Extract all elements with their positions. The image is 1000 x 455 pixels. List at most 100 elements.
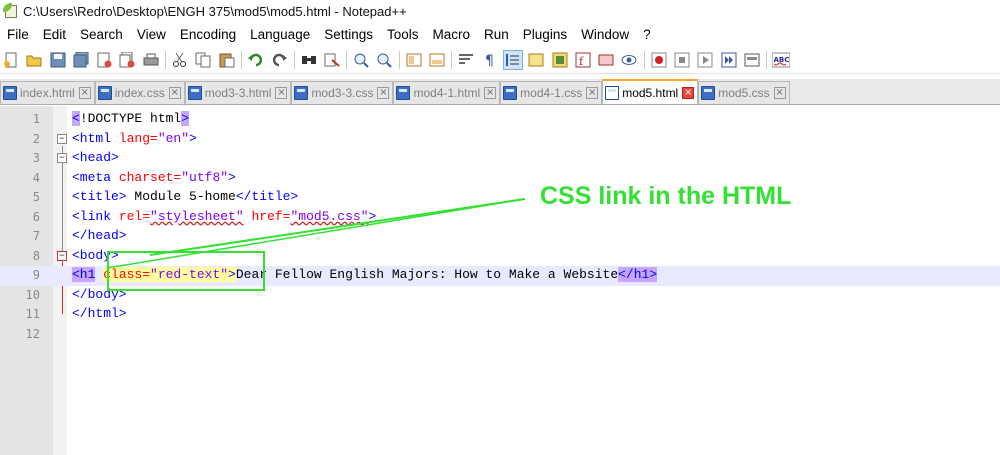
tag-close-bracket: > (181, 111, 190, 126)
attribute-value: "mod5.css" (290, 208, 369, 224)
close-tab-icon[interactable]: × (377, 87, 390, 99)
close-all-icon[interactable] (117, 50, 137, 70)
line-number: 11 (25, 307, 40, 321)
tab-mod4-1-html[interactable]: mod4-1.html × (393, 81, 501, 104)
menu-language[interactable]: Language (243, 27, 317, 42)
svg-text:¶: ¶ (485, 53, 494, 68)
fold-toggle-icon[interactable]: − (57, 153, 67, 163)
toolbar-separator (643, 50, 645, 69)
code-text: <head> (72, 150, 119, 165)
tab-mod5-css[interactable]: mod5.css × (698, 81, 790, 104)
file-icon (701, 86, 716, 100)
run-macro-multiple-icon[interactable] (719, 50, 739, 70)
close-icon[interactable] (94, 50, 114, 70)
save-icon[interactable] (48, 50, 68, 70)
stop-macro-icon[interactable] (672, 50, 692, 70)
text-content: Dear Fellow English Majors: How to Make … (235, 267, 619, 282)
paste-icon[interactable] (217, 50, 237, 70)
menu-tools[interactable]: Tools (380, 27, 426, 42)
attribute: charset= (118, 169, 182, 185)
attribute: rel= (118, 208, 151, 224)
menu-run[interactable]: Run (477, 27, 516, 42)
save-macro-icon[interactable] (742, 50, 762, 70)
zoom-in-icon[interactable] (351, 50, 371, 70)
toolbar-separator (398, 50, 400, 69)
record-macro-icon[interactable] (649, 50, 669, 70)
function-list-icon[interactable] (550, 50, 570, 70)
tag: <meta (72, 169, 119, 185)
line-number: 1 (32, 112, 40, 126)
attribute-value: "stylesheet" (150, 208, 244, 224)
doctype: !DOCTYPE html (79, 111, 182, 126)
fold-toggle-icon[interactable]: − (57, 250, 67, 261)
tag: </h1> (618, 267, 658, 282)
fold-toggle-icon[interactable]: − (57, 133, 67, 144)
attribute: lang= (118, 130, 158, 146)
code-text: </html> (72, 306, 127, 321)
tab-index-css[interactable]: index.css × (94, 81, 185, 104)
code-line: 12 (0, 325, 1000, 345)
document-map-icon[interactable] (596, 50, 616, 70)
close-tab-icon[interactable]: × (773, 87, 786, 99)
print-icon[interactable] (141, 50, 161, 70)
show-all-characters-icon[interactable]: ¶ (480, 50, 500, 70)
find-icon[interactable] (299, 50, 319, 70)
sync-horizontal-icon[interactable] (427, 50, 447, 70)
menu-plugins[interactable]: Plugins (516, 27, 574, 42)
file-icon (294, 86, 309, 100)
tag: </head> (72, 228, 127, 243)
open-file-icon[interactable] (24, 50, 44, 70)
code-text: <title> Module 5-home</title> (72, 189, 298, 204)
menu-settings[interactable]: Settings (317, 27, 380, 42)
sync-vertical-icon[interactable] (404, 50, 424, 70)
attribute: href= (251, 208, 291, 224)
spell-check-icon[interactable]: ABC (771, 50, 791, 70)
folder-workspace-icon[interactable]: f (573, 50, 593, 70)
play-macro-icon[interactable] (695, 50, 715, 70)
line-number: 10 (25, 287, 40, 302)
close-tab-icon[interactable]: × (682, 86, 695, 99)
close-tab-icon[interactable]: × (168, 87, 181, 99)
file-icon (187, 86, 202, 100)
copy-icon[interactable] (193, 50, 213, 70)
menu-view[interactable]: View (130, 27, 173, 42)
tab-index-html[interactable]: index.html × (0, 81, 95, 104)
close-tab-icon[interactable]: × (275, 87, 288, 99)
zoom-out-icon[interactable] (374, 50, 394, 70)
redo-icon[interactable] (269, 50, 289, 70)
close-tab-icon[interactable]: × (586, 87, 599, 99)
undo-icon[interactable] (246, 50, 266, 70)
tab-mod5-html[interactable]: mod5.html × (602, 79, 699, 104)
close-tab-icon[interactable]: × (484, 87, 497, 99)
file-icon (3, 86, 17, 100)
line-number: 8 (32, 248, 40, 263)
new-file-icon[interactable] (1, 50, 21, 70)
language-icon[interactable] (526, 50, 546, 70)
tag: <h1 (72, 267, 96, 282)
tag: <title> (72, 189, 127, 204)
close-tab-icon[interactable]: × (78, 87, 91, 99)
attribute-value: "utf8" (181, 169, 229, 185)
menu-encoding[interactable]: Encoding (173, 27, 243, 42)
replace-icon[interactable] (322, 50, 342, 70)
menu-help[interactable]: ? (636, 27, 658, 42)
menu-search[interactable]: Search (73, 27, 130, 42)
indent-guide-icon[interactable] (502, 49, 523, 70)
code-line: 11 </html> (0, 305, 1000, 325)
tab-mod4-1-css[interactable]: mod4-1.css × (500, 81, 603, 104)
tab-mod3-3-html[interactable]: mod3-3.html × (184, 81, 292, 104)
tab-label: mod4-1.html (413, 86, 481, 100)
menu-window[interactable]: Window (574, 27, 636, 42)
menu-macro[interactable]: Macro (426, 27, 478, 42)
word-wrap-icon[interactable] (456, 50, 476, 70)
file-icon (97, 86, 112, 100)
menu-file[interactable]: File (0, 27, 36, 42)
monitoring-icon[interactable] (619, 50, 639, 70)
cut-icon[interactable] (170, 50, 190, 70)
save-all-icon[interactable] (71, 50, 91, 70)
tag: > (368, 208, 377, 224)
line-number: 7 (32, 229, 40, 243)
menu-edit[interactable]: Edit (36, 27, 73, 42)
tab-mod3-3-css[interactable]: mod3-3.css × (291, 81, 394, 104)
code-line: 4 <meta charset="utf8"> (0, 169, 1000, 189)
